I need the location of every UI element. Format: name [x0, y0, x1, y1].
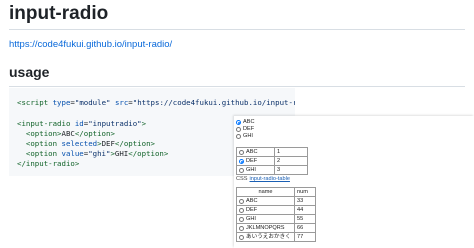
code-line-5: <option value="ghi">GHI</option> [17, 149, 169, 158]
code-line-4: <option selected>DEF</option> [17, 139, 155, 148]
radio-button-icon[interactable] [236, 127, 241, 132]
cell-label: GHI [246, 215, 256, 222]
demo-popup: ABC DEF GHI ABC 1 DEF 2 GHI 3 CSS input-r… [234, 116, 474, 248]
table-row[interactable]: DEF 2 [236, 156, 308, 166]
radio-button-icon[interactable] [239, 149, 244, 155]
radio-button-icon[interactable] [239, 225, 244, 231]
cell-label: ABC [246, 197, 258, 204]
radio-button-icon[interactable] [236, 120, 241, 125]
page-title: input-radio [9, 3, 109, 24]
usage-heading: usage [9, 64, 50, 80]
radio-button-icon[interactable] [239, 167, 244, 173]
radio-label: DEF [243, 126, 255, 132]
radio-option-ghi[interactable]: GHI [236, 133, 253, 140]
radio-option-def[interactable]: DEF [236, 126, 254, 133]
table-row[interactable]: あいうえおかきく 77 [236, 232, 316, 242]
radio-button-icon[interactable] [236, 134, 241, 139]
radio-button-icon[interactable] [239, 216, 244, 222]
css-label: CSS [236, 176, 248, 182]
table-header-row: name num [236, 187, 316, 197]
radio-table: ABC 1 DEF 2 GHI 3 [236, 147, 308, 175]
column-header-num: num [294, 187, 316, 197]
radio-table-styled: name num ABC 33 DEF 44 GHI 55 JKLMNOPQRS… [236, 187, 316, 242]
cell-value: 44 [294, 205, 316, 215]
cell-label: JKLMNOPQRS [246, 224, 285, 231]
column-header-name: name [236, 187, 295, 197]
code-line-3: <option>ABC</option> [17, 129, 115, 138]
title-divider [9, 29, 465, 30]
table-row[interactable]: GHI 3 [236, 165, 308, 175]
demo-link[interactable]: https://code4fukui.github.io/input-radio… [9, 38, 172, 51]
radio-label: ABC [243, 119, 255, 125]
radio-button-icon[interactable] [239, 198, 244, 204]
cell-label: DEF [246, 206, 258, 213]
css-link[interactable]: input-radio-table [250, 176, 290, 182]
cell-value: 33 [294, 196, 316, 206]
cell-value: 1 [274, 147, 308, 157]
cell-value: 66 [294, 223, 316, 233]
cell-label: DEF [246, 157, 258, 164]
code-line-1: <script type="module" src="https://code4… [17, 98, 295, 107]
usage-divider [9, 86, 465, 87]
cell-label: ABC [246, 148, 258, 155]
table-row[interactable]: ABC 1 [236, 147, 308, 157]
cell-value: 77 [294, 232, 316, 242]
code-line-2: <input-radio id="inputradio"> [17, 119, 147, 128]
radio-label: GHI [243, 133, 253, 139]
cell-value: 2 [274, 156, 308, 166]
radio-button-icon[interactable] [239, 234, 244, 240]
radio-option-abc[interactable]: ABC [236, 119, 255, 126]
table-row[interactable]: DEF 44 [236, 205, 316, 215]
cell-label: あいうえおかきく [246, 233, 291, 240]
table-row[interactable]: ABC 33 [236, 196, 316, 206]
cell-label: GHI [246, 166, 256, 173]
css-note: CSS input-radio-table [236, 176, 290, 183]
cell-value: 55 [294, 214, 316, 224]
code-line-6: </input-radio> [17, 159, 80, 168]
table-row[interactable]: JKLMNOPQRS 66 [236, 223, 316, 233]
radio-button-icon[interactable] [239, 158, 244, 164]
cell-value: 3 [274, 165, 308, 175]
radio-button-icon[interactable] [239, 207, 244, 213]
table-row[interactable]: GHI 55 [236, 214, 316, 224]
